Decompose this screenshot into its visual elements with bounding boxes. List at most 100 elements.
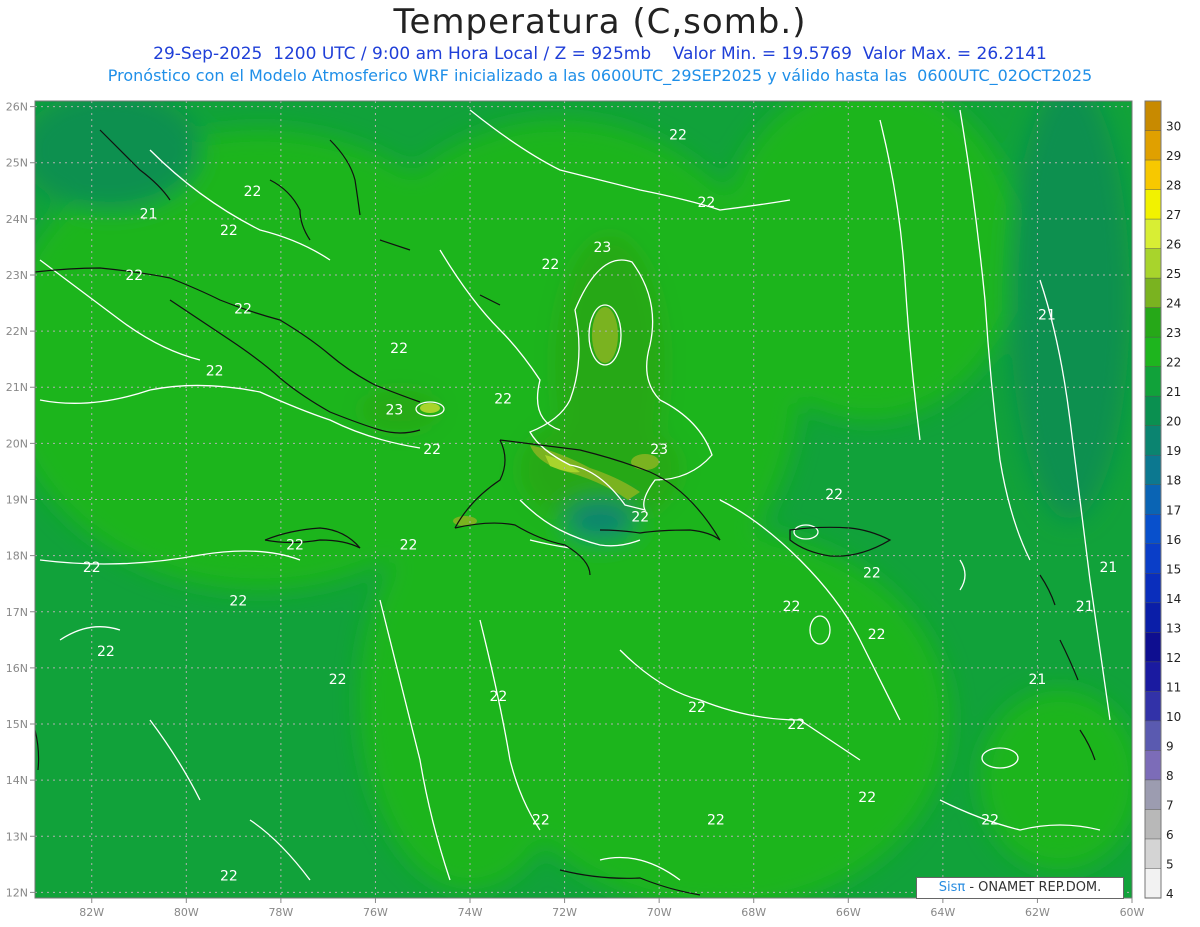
contour-label: 22 [97,644,115,660]
contour-label: 22 [707,812,725,828]
colorbar-swatch [1145,101,1161,132]
contour-label: 22 [688,700,706,716]
contour-label: 22 [423,442,441,458]
colorbar-swatch [1145,779,1161,810]
colorbar-label: 30 [1166,120,1181,134]
colorbar-swatch [1145,130,1161,161]
contour-label: 21 [1076,599,1094,615]
contour-label: 22 [220,223,238,239]
colorbar-label: 5 [1166,857,1174,871]
lat-label: 18N [6,550,28,563]
contour-label: 22 [669,128,687,144]
lon-label: 72W [552,906,577,919]
colorbar-swatch [1145,396,1161,427]
lat-label: 14N [6,774,28,787]
contour-label: 22 [489,689,507,705]
colorbar-swatch [1145,307,1161,338]
lon-label: 64W [930,906,955,919]
colorbar-label: 11 [1166,680,1181,694]
credit-brand: Sisπ [938,880,966,895]
colorbar-label: 25 [1166,267,1181,281]
lat-label: 19N [6,494,28,507]
contour-label: 22 [83,560,101,576]
colorbar-label: 7 [1166,798,1174,812]
colorbar-swatch [1145,868,1161,899]
lat-label: 23N [6,269,28,282]
contour-label: 21 [1099,560,1117,576]
contour-label: 21 [1038,307,1056,323]
contour-label: 22 [981,812,999,828]
lat-label: 15N [6,718,28,731]
colorbar-label: 22 [1166,356,1181,370]
colorbar-label: 29 [1166,149,1181,163]
lon-label: 68W [741,906,766,919]
lat-label: 24N [6,213,28,226]
colorbar-swatch [1145,632,1161,663]
contour-label: 22 [400,537,418,553]
colorbar-label: 12 [1166,651,1181,665]
colorbar-swatch [1145,720,1161,751]
contour-label: 22 [787,717,805,733]
colorbar-label: 23 [1166,326,1181,340]
lat-label: 20N [6,437,28,450]
colorbar-swatch [1145,838,1161,869]
colorbar-label: 10 [1166,710,1181,724]
contour-label: 23 [593,240,611,256]
colorbar-label: 6 [1166,828,1174,842]
colorbar-swatch [1145,455,1161,486]
colorbar-swatch [1145,750,1161,781]
lat-label: 21N [6,381,28,394]
colorbar-label: 4 [1166,887,1174,901]
contour-label: 22 [783,599,801,615]
contour-label: 23 [650,442,668,458]
colorbar-swatch [1145,514,1161,545]
lat-label: 25N [6,157,28,170]
colorbar-label: 28 [1166,179,1181,193]
lon-label: 62W [1025,906,1050,919]
contour-label: 21 [140,206,158,222]
lon-label: 60W [1120,906,1145,919]
colorbar-label: 19 [1166,444,1181,458]
contour-label: 22 [329,672,347,688]
credit-text: - ONAMET REP.DOM. [965,880,1102,895]
contour-label: 22 [206,363,224,379]
colorbar-label: 8 [1166,769,1174,783]
lat-label: 16N [6,662,28,675]
lon-label: 78W [268,906,293,919]
colorbar-label: 24 [1166,297,1181,311]
credit-box: Sisπ - ONAMET REP.DOM. [916,877,1124,899]
field-24-core [592,307,618,363]
colorbar-swatch [1145,573,1161,604]
contour-label: 21 [1029,672,1047,688]
contour-label: 22 [125,268,143,284]
temperature-colorbar: 30 29 28 27 26 25 24 23 22 21 20 19 18 17 16 15 14 13 12 11… [1144,100,1181,901]
contour-label: 22 [868,627,886,643]
colorbar-swatch [1145,189,1161,220]
lat-label: 12N [6,886,28,899]
colorbar-label: 26 [1166,238,1181,252]
contour-label: 22 [229,594,247,610]
contour-label: 22 [541,257,559,273]
colorbar-label: 17 [1166,503,1181,517]
colorbar-label: 13 [1166,621,1181,635]
colorbar-swatch [1145,278,1161,309]
contour-label: 22 [698,195,716,211]
colorbar-swatch [1145,602,1161,633]
contour-label: 22 [863,565,881,581]
colorbar-swatch [1145,366,1161,397]
colorbar-label: 18 [1166,474,1181,488]
contour-label: 22 [631,509,649,525]
contour-label: 22 [825,487,843,503]
colorbar-swatch [1145,661,1161,692]
temperature-map: 22 22 21 22 22 22 22 23 22 22 22 21 23 22 22 23 22 22 22 22… [6,100,1181,919]
colorbar-swatch [1145,809,1161,840]
colorbar-swatch [1145,337,1161,368]
colorbar-label: 21 [1166,385,1181,399]
colorbar-label: 27 [1166,208,1181,222]
contour-label: 22 [244,184,262,200]
colorbar-label: 14 [1166,592,1181,606]
lon-label: 70W [647,906,672,919]
contour-label: 22 [532,812,550,828]
colorbar-label: 15 [1166,562,1181,576]
colorbar-swatch [1145,691,1161,722]
